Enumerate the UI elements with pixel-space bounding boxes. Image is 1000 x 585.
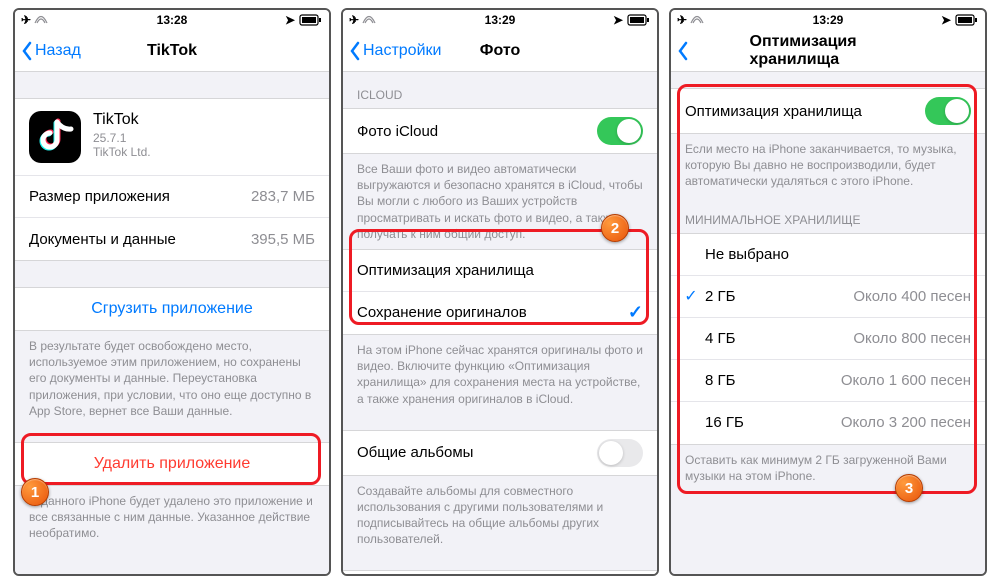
badge-2: 2	[601, 214, 629, 242]
status-bar: ✈︎ 13:29 ➤	[343, 10, 657, 30]
storage-footer: Оставить как минимум 2 ГБ загруженной Ва…	[671, 445, 985, 491]
airplane-icon: ✈︎	[349, 13, 376, 27]
tiktok-app-icon	[29, 111, 81, 163]
storage-option[interactable]: Не выбрано	[671, 234, 985, 276]
storage-option[interactable]: 4 ГБОколо 800 песен	[671, 318, 985, 360]
page-title: Фото	[480, 42, 520, 60]
screen-photos: ✈︎ 13:29 ➤ Настройки Фото ICLOUD Фото iC…	[341, 8, 659, 576]
storage-option[interactable]: ✓2 ГБОколо 400 песен	[671, 276, 985, 318]
row-shared-albums[interactable]: Общие альбомы	[343, 431, 657, 475]
storage-value: Около 400 песен	[853, 288, 971, 305]
content: Оптимизация хранилища Если место на iPho…	[671, 72, 985, 574]
content: TikTok 25.7.1 TikTok Ltd. Размер приложе…	[15, 72, 329, 574]
clock: 13:29	[485, 13, 516, 27]
optimize-desc: Если место на iPhone заканчивается, то м…	[671, 134, 985, 197]
storage-value: Около 1 600 песен	[841, 372, 971, 389]
storage-option[interactable]: 16 ГБОколо 3 200 песен	[671, 402, 985, 444]
checkmark-icon: ✓	[628, 302, 643, 323]
battery-icon	[627, 14, 651, 26]
storage-value: Около 800 песен	[853, 330, 971, 347]
chevron-left-icon	[677, 41, 689, 61]
page-title: Оптимизация хранилища	[750, 33, 907, 69]
app-size-label: Размер приложения	[29, 188, 170, 205]
row-optimize-toggle[interactable]: Оптимизация хранилища	[671, 89, 985, 133]
battery-icon	[299, 14, 323, 26]
storage-label: Не выбрано	[701, 246, 971, 263]
status-bar: ✈︎ 13:28 ➤	[15, 10, 329, 30]
app-header: TikTok 25.7.1 TikTok Ltd.	[15, 99, 329, 176]
row-docs-data: Документы и данные 395,5 МБ	[15, 218, 329, 260]
row-keep-originals[interactable]: Сохранение оригиналов ✓	[343, 292, 657, 334]
badge-1: 1	[21, 478, 49, 506]
app-size-value: 283,7 МБ	[251, 188, 315, 205]
airplane-icon: ✈︎	[21, 13, 48, 27]
row-optimize-storage[interactable]: Оптимизация хранилища	[343, 250, 657, 292]
nav-bar: Назад TikTok	[15, 30, 329, 72]
screen-optimize: ✈︎ 13:29 ➤ Оптимизация хранилища Оптимиз…	[669, 8, 987, 576]
storage-list: Не выбрано✓2 ГБОколо 400 песен4 ГБОколо …	[671, 233, 985, 445]
storage-label: 2 ГБ	[701, 288, 853, 305]
shared-desc: Создавайте альбомы для совместного испол…	[343, 476, 657, 555]
back-button[interactable]	[671, 41, 689, 61]
section-min-storage: МИНИМАЛЬНОЕ ХРАНИЛИЩЕ	[671, 197, 985, 233]
offload-desc: В результате будет освобождено место, ис…	[15, 331, 329, 426]
keep-originals-label: Сохранение оригиналов	[357, 304, 527, 321]
app-name: TikTok	[93, 111, 151, 129]
nav-bar: Настройки Фото	[343, 30, 657, 72]
app-company: TikTok Ltd.	[93, 145, 151, 159]
page-title: TikTok	[147, 42, 197, 60]
airplane-icon: ✈︎	[677, 13, 704, 27]
storage-label: 4 ГБ	[701, 330, 853, 347]
docs-label: Документы и данные	[29, 231, 176, 248]
storage-option[interactable]: 8 ГБОколо 1 600 песен	[671, 360, 985, 402]
originals-desc: На этом iPhone сейчас хранятся оригиналы…	[343, 335, 657, 414]
storage-label: 8 ГБ	[701, 372, 841, 389]
offload-group: Сгрузить приложение	[15, 287, 329, 331]
location-icon: ➤	[941, 13, 951, 27]
back-label: Настройки	[363, 42, 441, 60]
back-label: Назад	[35, 42, 81, 60]
chevron-left-icon	[349, 41, 361, 61]
badge-3: 3	[895, 474, 923, 502]
shared-albums-toggle[interactable]	[597, 439, 643, 467]
nav-bar: Оптимизация хранилища	[671, 30, 985, 72]
back-button[interactable]: Назад	[15, 41, 81, 61]
optimize-label: Оптимизация хранилища	[357, 262, 534, 279]
clock: 13:29	[813, 13, 844, 27]
icloud-photo-label: Фото iCloud	[357, 123, 438, 140]
app-version: 25.7.1	[93, 131, 151, 145]
battery-icon	[955, 14, 979, 26]
offload-button[interactable]: Сгрузить приложение	[15, 288, 329, 330]
delete-group: Удалить приложение	[15, 442, 329, 486]
back-button[interactable]: Настройки	[343, 41, 441, 61]
row-hidden-album[interactable]: Альбом «Скрытые»	[343, 571, 657, 574]
location-icon: ➤	[285, 13, 295, 27]
docs-value: 395,5 МБ	[251, 231, 315, 248]
status-bar: ✈︎ 13:29 ➤	[671, 10, 985, 30]
checkmark-icon: ✓	[681, 286, 701, 306]
optimize-toggle[interactable]	[925, 97, 971, 125]
screen-tiktok: ✈︎ 13:28 ➤ Назад TikTok TikTok 25.7.1 Ti…	[13, 8, 331, 576]
delete-button[interactable]: Удалить приложение	[15, 443, 329, 485]
row-icloud-photo[interactable]: Фото iCloud	[343, 109, 657, 153]
shared-albums-label: Общие альбомы	[357, 444, 473, 461]
row-app-size: Размер приложения 283,7 МБ	[15, 176, 329, 218]
optimize-label: Оптимизация хранилища	[685, 103, 862, 120]
clock: 13:28	[157, 13, 188, 27]
app-info-group: TikTok 25.7.1 TikTok Ltd. Размер приложе…	[15, 98, 329, 261]
content: ICLOUD Фото iCloud Все Ваши фото и видео…	[343, 72, 657, 574]
delete-desc: С данного iPhone будет удалено это прило…	[15, 486, 329, 549]
icloud-photo-toggle[interactable]	[597, 117, 643, 145]
chevron-left-icon	[21, 41, 33, 61]
location-icon: ➤	[613, 13, 623, 27]
storage-label: 16 ГБ	[701, 414, 841, 431]
storage-value: Около 3 200 песен	[841, 414, 971, 431]
section-icloud-label: ICLOUD	[343, 72, 657, 108]
